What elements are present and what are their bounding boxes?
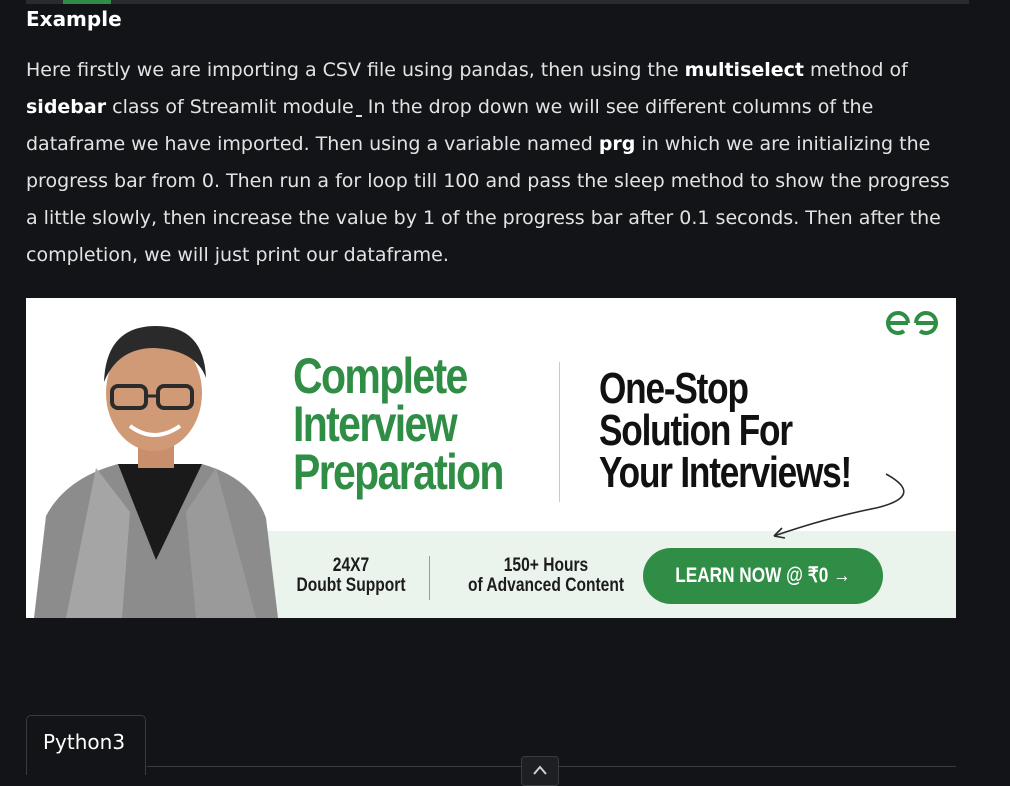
term-multiselect: multiselect [684,59,805,81]
scroll-up-button[interactable] [521,756,559,786]
gfg-logo-icon [886,311,938,335]
section-divider [26,0,969,4]
tagline-line: One-Stop [599,364,749,413]
feature-line: of Advanced Content [467,575,625,596]
term-sidebar: sidebar [26,96,107,118]
feature-line: Doubt Support [296,575,406,596]
feature-line: 24X7 [332,555,370,576]
ad-banner[interactable]: Complete Interview Preparation One-Stop … [26,298,956,618]
section-divider-accent [63,0,111,4]
example-paragraph: Here firstly we are importing a CSV file… [26,52,966,274]
headline-divider [559,362,560,502]
tagline-line: Solution For [599,406,793,455]
feature-line: 150+ Hours [503,555,589,576]
example-heading: Example [26,7,122,31]
term-prg: prg [598,133,636,155]
learn-now-button[interactable]: LEARN NOW @ ₹0 → [643,548,883,604]
curved-arrow-icon [773,473,905,539]
learn-now-label: LEARN NOW @ ₹0 → [675,564,851,587]
feature-content-hours: 150+ Hours of Advanced Content [448,556,645,596]
banner-headline: Complete Interview Preparation [293,348,506,500]
headline-line: Preparation [293,444,504,500]
headline-line: Complete [293,348,468,404]
tab-python3[interactable]: Python3 [26,715,146,775]
paragraph-text: class of Streamlit module [106,96,354,118]
paragraph-text: Here firstly we are importing a CSV file… [26,59,685,81]
feature-divider [429,556,430,600]
paragraph-text: method of [804,59,908,81]
headline-line: Interview [293,396,458,452]
presenter-photo [34,326,278,618]
feature-doubt-support: 24X7 Doubt Support [290,556,413,596]
